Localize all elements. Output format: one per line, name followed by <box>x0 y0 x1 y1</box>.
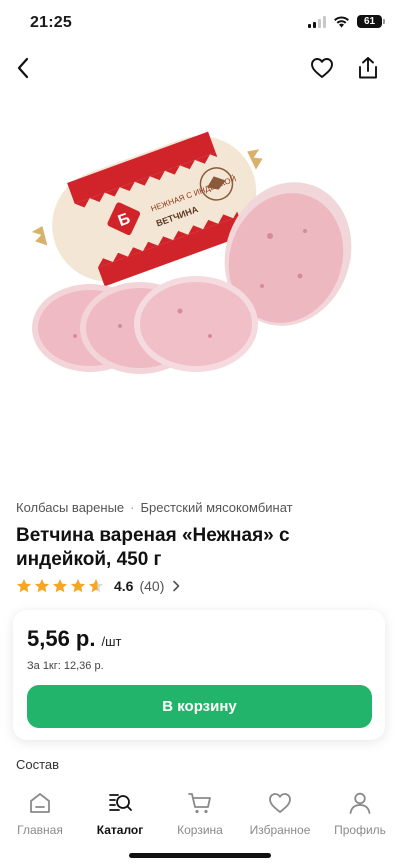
rating-stars <box>16 578 104 594</box>
favorite-button[interactable] <box>308 54 336 82</box>
star-icon <box>35 579 49 593</box>
cellular-signal-icon <box>308 15 326 28</box>
chevron-right-icon <box>173 580 180 592</box>
cart-icon <box>188 793 211 814</box>
product-image[interactable]: Б НЕЖНАЯ С ИНДЕЙКОЙ ВЕТЧИНА <box>0 96 400 476</box>
chevron-left-icon <box>17 57 29 79</box>
breadcrumb-category[interactable]: Колбасы вареные <box>16 500 124 515</box>
star-icon <box>53 579 67 593</box>
tab-profile-label: Профиль <box>334 823 386 837</box>
share-button[interactable] <box>354 54 382 82</box>
tab-home-label: Главная <box>17 823 63 837</box>
heart-icon <box>269 793 291 813</box>
star-icon <box>71 579 85 593</box>
tab-profile[interactable]: Профиль <box>320 790 400 837</box>
home-indicator <box>129 853 271 858</box>
ham-photo: Б НЕЖНАЯ С ИНДЕЙКОЙ ВЕТЧИНА <box>31 131 352 374</box>
tab-favorites-label: Избранное <box>249 823 311 837</box>
rating-value: 4.6 <box>114 578 134 594</box>
tab-cart[interactable]: Корзина <box>160 790 240 837</box>
breadcrumb-brand[interactable]: Брестский мясокомбинат <box>140 500 292 515</box>
tab-home[interactable]: Главная <box>0 790 80 837</box>
profile-icon <box>349 792 371 814</box>
status-icons: 61 <box>308 15 385 28</box>
heart-icon <box>311 58 333 78</box>
price-row: 5,56 р. /шт <box>27 626 121 652</box>
back-button[interactable] <box>9 54 37 82</box>
share-icon <box>359 57 377 79</box>
catalog-search-icon <box>109 794 132 811</box>
status-bar: 21:25 61 <box>0 0 400 46</box>
tab-catalog[interactable]: Каталог <box>80 790 160 837</box>
price-card: 5,56 р. /шт За 1кг: 12,36 р. В корзину <box>13 610 385 740</box>
bottom-tab-bar: Главная Каталог Корзина Избранное Профил… <box>0 778 400 866</box>
reviews-count: (40) <box>139 578 165 594</box>
add-to-cart-button[interactable]: В корзину <box>27 685 372 728</box>
tab-catalog-label: Каталог <box>96 823 144 837</box>
product-title: Ветчина вареная «Нежная» с индейкой, 450… <box>16 525 290 570</box>
breadcrumb: Колбасы вареные · Брестский мясокомбинат <box>16 500 293 515</box>
star-icon <box>17 579 31 593</box>
star-icon <box>89 579 103 593</box>
price-value: 5,56 р. <box>27 626 96 651</box>
composition-section-title[interactable]: Состав <box>16 757 59 772</box>
breadcrumb-separator: · <box>130 500 135 515</box>
rating-row[interactable]: 4.6 (40) <box>16 578 180 594</box>
wifi-icon <box>334 16 349 28</box>
home-icon <box>30 793 50 813</box>
tab-favorites[interactable]: Избранное <box>240 790 320 837</box>
price-unit: /шт <box>101 634 122 649</box>
battery-icon: 61 <box>357 15 385 28</box>
status-time: 21:25 <box>30 14 72 31</box>
price-per-kg: За 1кг: 12,36 р. <box>27 660 104 672</box>
tab-cart-label: Корзина <box>177 823 223 837</box>
top-nav <box>0 50 400 86</box>
